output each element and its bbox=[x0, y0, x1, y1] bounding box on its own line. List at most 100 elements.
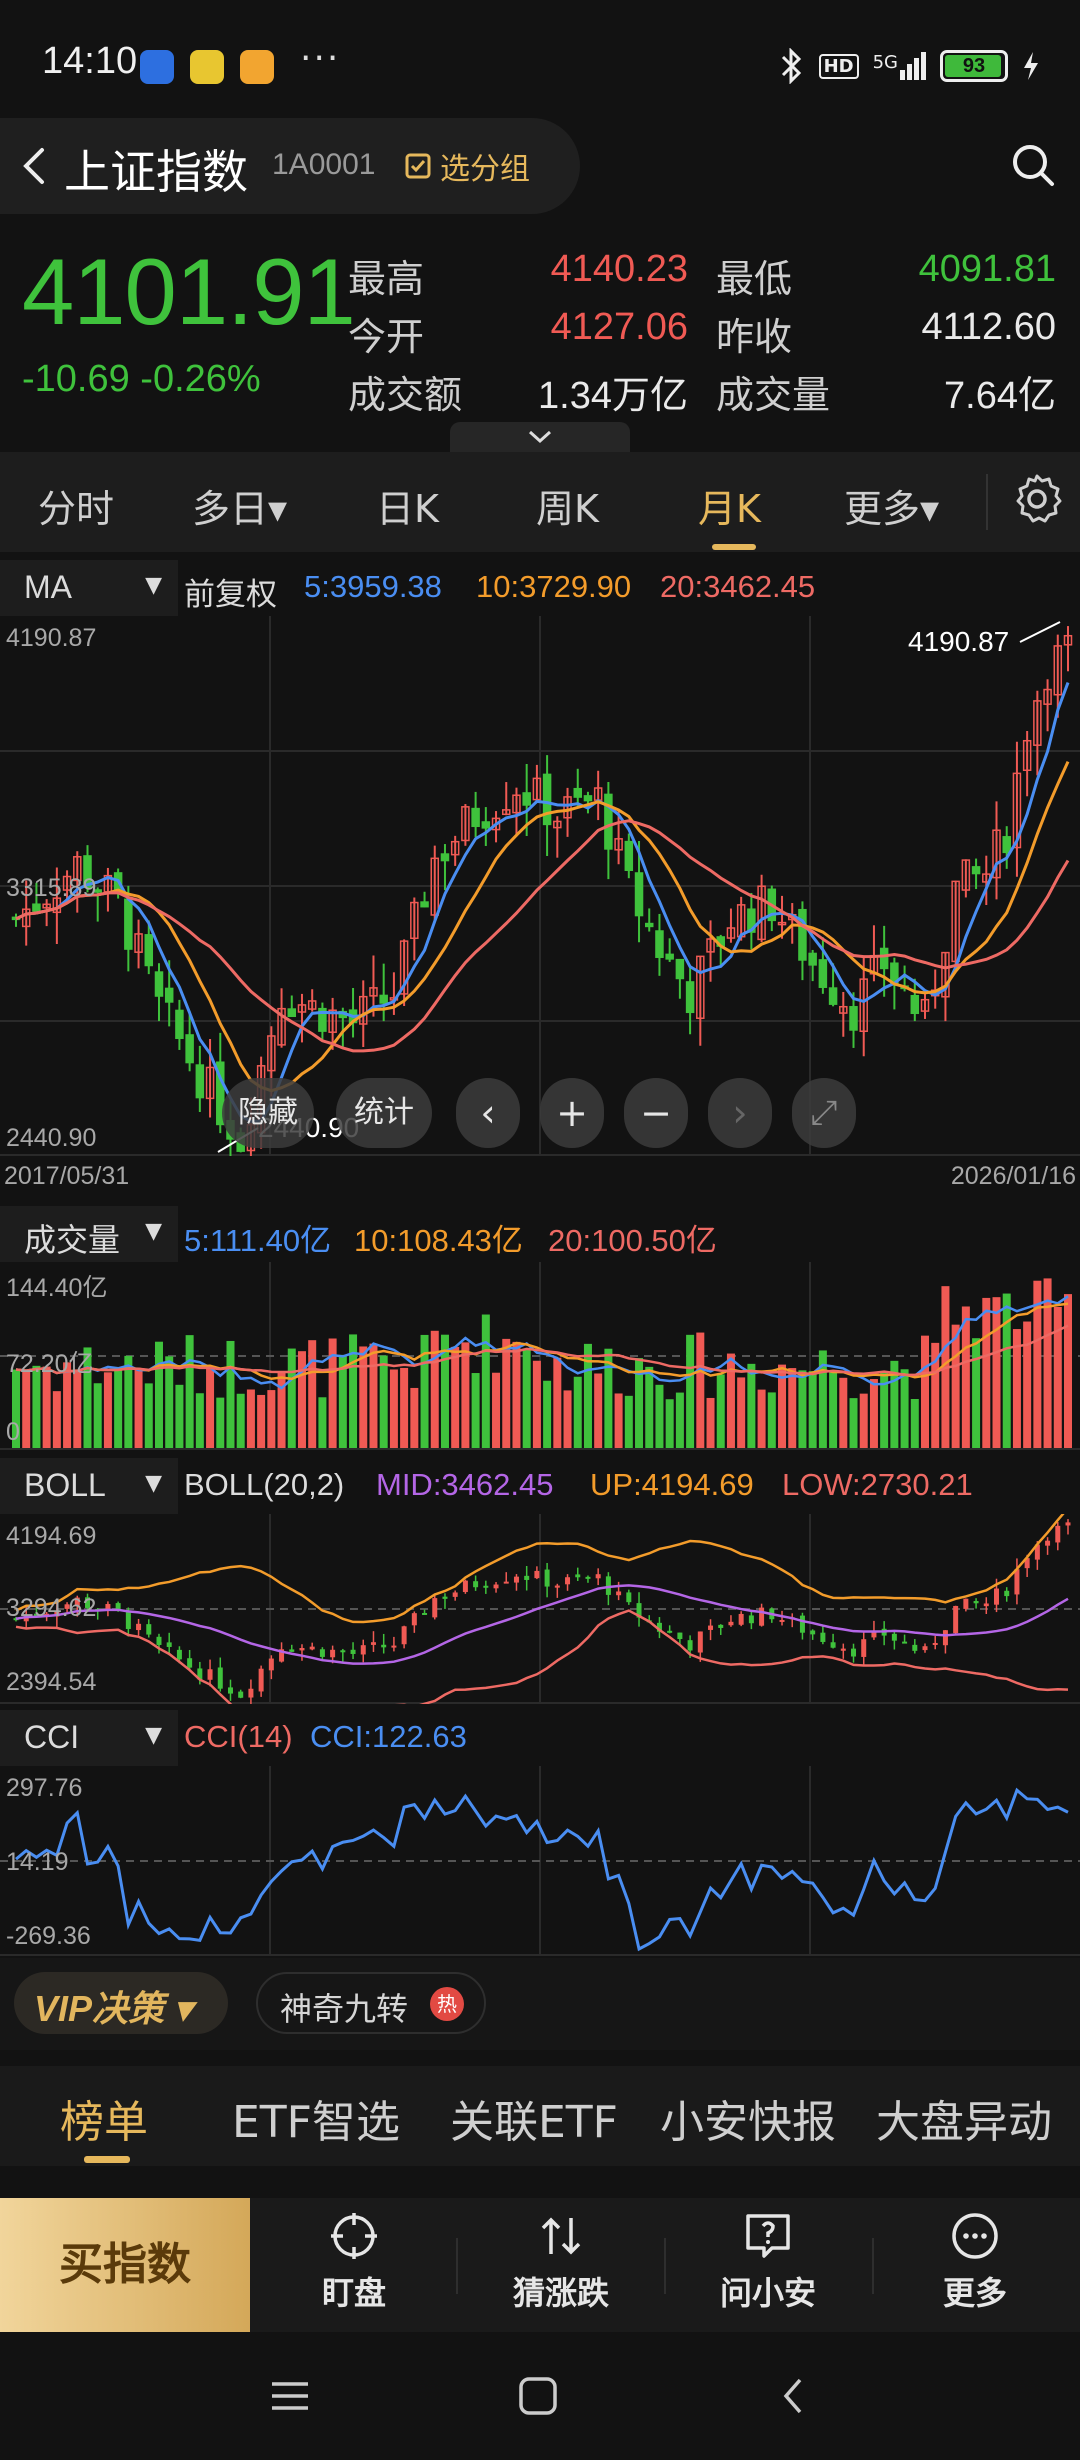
watch-button[interactable]: 盯盘 bbox=[289, 2210, 419, 2314]
hot-badge: 热 bbox=[430, 1987, 464, 2021]
cci-y-mid: 14.19 bbox=[6, 1848, 69, 1876]
volume-bar bbox=[73, 1369, 82, 1448]
boll-candle-body bbox=[207, 1669, 213, 1680]
tab-etf-pick[interactable]: ETF智选 bbox=[232, 2086, 400, 2150]
volume-bar bbox=[206, 1367, 215, 1448]
gear-icon[interactable] bbox=[1008, 470, 1066, 528]
buy-index-button[interactable]: 买指数 bbox=[0, 2198, 250, 2332]
tab-ranking[interactable]: 榜单 bbox=[60, 2086, 148, 2150]
adjust-mode[interactable]: 前复权 bbox=[184, 569, 277, 614]
volume-bar bbox=[22, 1371, 31, 1448]
tab-weekly-k[interactable]: 周K bbox=[536, 478, 599, 533]
candle-body bbox=[583, 795, 593, 802]
zoom-out-button[interactable]: − bbox=[624, 1078, 688, 1148]
prev-button[interactable]: ‹ bbox=[456, 1078, 520, 1148]
ask-button[interactable]: 问小安 bbox=[703, 2210, 833, 2314]
boll-candle-body bbox=[728, 1621, 734, 1626]
active-tab-indicator bbox=[712, 544, 756, 550]
hide-button[interactable]: 隐藏 bbox=[222, 1078, 314, 1148]
tab-intraday[interactable]: 分时 bbox=[38, 478, 114, 533]
boll-candle-body bbox=[115, 1603, 121, 1610]
tab-related-etf[interactable]: 关联ETF bbox=[450, 2086, 618, 2150]
boll-candle-body bbox=[156, 1636, 162, 1645]
zoom-in-button[interactable]: + bbox=[540, 1078, 604, 1148]
volume-bar bbox=[563, 1390, 572, 1448]
volume-bar bbox=[839, 1377, 848, 1448]
action-divider bbox=[456, 2238, 458, 2294]
candle-body bbox=[808, 952, 817, 966]
tab-more[interactable]: 更多▾ bbox=[844, 478, 939, 533]
boll-candle-body bbox=[953, 1605, 959, 1634]
cci-chart[interactable] bbox=[0, 1766, 1080, 1956]
boll-indicator-select[interactable]: BOLL ▼ bbox=[0, 1458, 178, 1514]
stat-value-volume: 7.64亿 bbox=[944, 375, 1056, 417]
volume-bar bbox=[134, 1369, 143, 1448]
boll-candle-body bbox=[442, 1596, 448, 1599]
boll-y-mid: 3294.62 bbox=[6, 1594, 97, 1622]
volume-bar bbox=[420, 1334, 429, 1448]
back-icon[interactable] bbox=[774, 2376, 814, 2416]
expand-quote-button[interactable] bbox=[450, 422, 630, 452]
stats-button[interactable]: 统计 bbox=[336, 1078, 432, 1148]
select-group-button[interactable]: 选分组 bbox=[404, 144, 530, 188]
tab-monthly-k[interactable]: 月K bbox=[698, 478, 761, 533]
watch-label: 盯盘 bbox=[321, 2274, 386, 2312]
cci-y-max: 297.76 bbox=[6, 1774, 83, 1802]
boll-candle-body bbox=[452, 1592, 458, 1597]
next-button[interactable]: › bbox=[708, 1078, 772, 1148]
boll-mid: MID:3462.45 bbox=[376, 1467, 554, 1502]
tab-news[interactable]: 小安快报 bbox=[660, 2086, 836, 2150]
boll-candle-body bbox=[902, 1641, 908, 1644]
boll-candle-body bbox=[411, 1613, 417, 1626]
fullscreen-button[interactable]: ⤢ bbox=[792, 1078, 856, 1148]
stat-label-low: 最低 bbox=[716, 257, 793, 301]
tab-market-moves[interactable]: 大盘异动 bbox=[876, 2086, 1052, 2150]
boll-chart[interactable] bbox=[0, 1514, 1080, 1704]
baidu-app-icon bbox=[140, 50, 174, 84]
cci-indicator-header: CCI ▼ CCI(14) CCI:122.63 bbox=[0, 1710, 1080, 1766]
search-icon[interactable] bbox=[1008, 140, 1058, 190]
boll-candle-body bbox=[554, 1585, 560, 1588]
volume-bar bbox=[808, 1371, 817, 1448]
menu-icon[interactable] bbox=[270, 2376, 310, 2416]
ma-indicator-select[interactable]: MA ▼ bbox=[0, 560, 178, 616]
candle-body bbox=[440, 853, 450, 862]
ma10-value: 10:3729.90 bbox=[476, 569, 632, 604]
tab-multi-day[interactable]: 多日▾ bbox=[192, 478, 287, 533]
volume-bar bbox=[910, 1398, 919, 1448]
volume-chart[interactable] bbox=[0, 1262, 1080, 1450]
boll-candle-body bbox=[238, 1691, 244, 1698]
tab-daily-k[interactable]: 日K bbox=[376, 478, 439, 533]
volume-bar bbox=[492, 1372, 501, 1448]
vol-ma10: 10:108.43亿 bbox=[354, 1223, 523, 1258]
more-notifications-icon: ··· bbox=[300, 38, 341, 79]
boll-candle-body bbox=[1045, 1540, 1051, 1546]
volume-bar bbox=[114, 1369, 123, 1448]
cci-indicator-select[interactable]: CCI ▼ bbox=[0, 1710, 178, 1766]
volume-bar bbox=[512, 1341, 521, 1448]
high-pointer bbox=[1019, 621, 1061, 643]
boll-candle-body bbox=[166, 1642, 172, 1647]
more-actions-button[interactable]: 更多 bbox=[910, 2210, 1040, 2314]
volume-bar bbox=[93, 1383, 102, 1448]
volume-bar bbox=[675, 1392, 684, 1448]
signal-icon: 5G bbox=[873, 52, 926, 80]
boll-candle-body bbox=[942, 1630, 948, 1646]
candle-body bbox=[32, 903, 41, 912]
volume-bar bbox=[747, 1363, 756, 1448]
status-bar: 14:10 ··· HD 5G 93 bbox=[0, 0, 1080, 120]
candle-body bbox=[644, 922, 654, 928]
guess-button[interactable]: 猜涨跌 bbox=[496, 2210, 626, 2314]
more-icon bbox=[952, 2213, 998, 2259]
home-icon[interactable] bbox=[518, 2376, 558, 2416]
volume-bar bbox=[645, 1366, 654, 1448]
boll-low-line bbox=[15, 1609, 1069, 1704]
back-arrow-icon[interactable] bbox=[14, 144, 54, 188]
vol-y-mid: 72.20亿 bbox=[6, 1350, 94, 1378]
boll-candle-body bbox=[391, 1645, 397, 1648]
volume-bar bbox=[1023, 1321, 1032, 1448]
candlestick-chart[interactable] bbox=[0, 616, 1080, 1156]
boll-candle-body bbox=[851, 1648, 857, 1657]
volume-bar bbox=[481, 1314, 490, 1448]
volume-indicator-select[interactable]: 成交量 ▼ bbox=[0, 1206, 178, 1262]
